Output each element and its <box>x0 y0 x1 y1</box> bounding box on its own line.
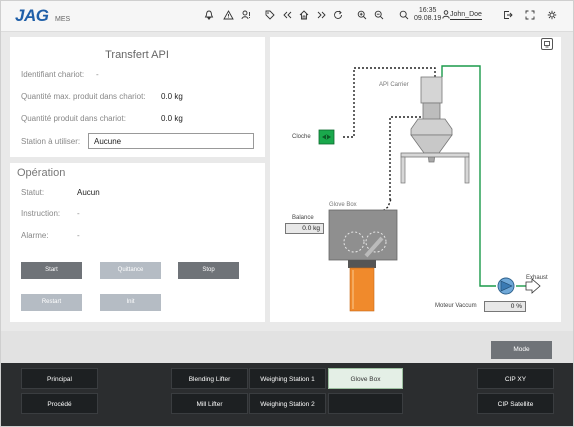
bell-icon[interactable] <box>204 10 214 23</box>
instruction-label: Instruction: <box>21 209 61 218</box>
jag-logo: JAG <box>15 6 49 25</box>
quittance-button[interactable]: Quittance <box>100 262 161 279</box>
exhaust-label: Exhaust <box>526 275 548 281</box>
vacuum-motor-value: 0 % <box>484 301 526 312</box>
search-icon[interactable] <box>399 10 409 23</box>
tag-icon[interactable] <box>265 10 275 23</box>
nav-mill-lifter[interactable]: Mill Lifter <box>171 393 248 414</box>
restart-button[interactable]: Restart <box>21 294 82 311</box>
nav-procede[interactable]: Procédé <box>21 393 98 414</box>
nav-weighing-station-1[interactable]: Weighing Station 1 <box>249 368 326 389</box>
zoom-in-icon[interactable] <box>357 10 367 23</box>
user-icon[interactable] <box>442 10 450 22</box>
transfer-api-panel: Transfert API Identifiant chariot: - Qua… <box>10 37 265 157</box>
vacuum-motor-label: Moteur Vaccum <box>435 303 477 309</box>
pin-icon[interactable] <box>541 38 553 50</box>
start-button[interactable]: Start <box>21 262 82 279</box>
init-button[interactable]: Init <box>100 294 161 311</box>
alarm-value: - <box>77 231 80 240</box>
api-carrier-leg-right <box>464 156 470 184</box>
fullscreen-icon[interactable] <box>525 10 535 23</box>
clock-date: 09.08.19 <box>414 15 442 22</box>
qty-value: 0.0 kg <box>161 114 183 123</box>
balance-value: 0.0 kg <box>285 223 324 234</box>
alarm-user-icon[interactable] <box>241 10 252 23</box>
forward-icon[interactable] <box>316 10 327 23</box>
logout-icon[interactable] <box>503 10 513 23</box>
exhaust-arrow <box>525 278 541 294</box>
nav-glove-box[interactable]: Glove Box <box>328 368 403 389</box>
nav-weighing-station-2[interactable]: Weighing Station 2 <box>249 393 326 414</box>
glove-box-body <box>328 209 398 261</box>
balance-label: Balance <box>292 215 314 221</box>
nav-blending-lifter[interactable]: Blending Lifter <box>171 368 248 389</box>
username[interactable]: John_Doe <box>450 11 482 20</box>
app-window: JAG MES 16:35 09.08.19 John_Doe Transfer… <box>0 0 574 427</box>
api-carrier-top <box>420 76 443 104</box>
max-qty-value: 0.0 kg <box>161 92 183 101</box>
api-carrier-leg-left <box>400 156 406 184</box>
cloche-valve <box>318 129 335 145</box>
mode-bar <box>1 331 573 363</box>
top-toolbar: JAG MES 16:35 09.08.19 John_Doe <box>1 1 573 32</box>
zoom-out-icon[interactable] <box>374 10 384 23</box>
operation-title: Opération <box>17 167 66 179</box>
cart-id-label: Identifiant chariot: <box>21 70 85 79</box>
logo-subtitle: MES <box>55 16 71 23</box>
orange-tube-cap <box>348 260 376 268</box>
glove-box-label: Glove Box <box>329 202 357 208</box>
alarm-label: Alarme: <box>21 231 49 240</box>
max-qty-label: Quantité max. produit dans chariot: <box>21 92 146 101</box>
settings-icon[interactable] <box>547 10 558 23</box>
alarm-warning-icon[interactable] <box>223 10 234 23</box>
instruction-value: - <box>77 209 80 218</box>
station-input[interactable]: Aucune <box>88 133 254 149</box>
nav-cip-satellite[interactable]: CIP Satellite <box>477 393 554 414</box>
status-value: Aucun <box>77 188 100 197</box>
api-carrier-frame <box>400 152 470 158</box>
api-carrier-label: API Carrier <box>379 82 409 88</box>
api-carrier-hopper <box>410 118 453 136</box>
bottom-navigation: Principal Procédé Blending Lifter Mill L… <box>1 363 573 426</box>
operation-panel: Opération Statut: Aucun Instruction: - A… <box>10 163 265 322</box>
process-diagram <box>318 65 541 312</box>
mode-button[interactable]: Mode <box>491 341 552 359</box>
qty-label: Quantité produit dans chariot: <box>21 114 126 123</box>
cart-id-value: - <box>96 70 99 79</box>
refresh-icon[interactable] <box>333 10 343 23</box>
cloche-label: Cloche <box>292 134 311 140</box>
station-label: Station à utiliser: <box>21 137 81 146</box>
nav-empty-slot <box>328 393 403 414</box>
nav-cip-xy[interactable]: CIP XY <box>477 368 554 389</box>
stop-button[interactable]: Stop <box>178 262 239 279</box>
clock-time: 16:35 <box>418 7 437 14</box>
clock: 16:35 09.08.19 <box>414 7 441 23</box>
api-carrier-cone <box>410 134 453 154</box>
rewind-icon[interactable] <box>282 10 293 23</box>
nav-principal[interactable]: Principal <box>21 368 98 389</box>
transfer-title: Transfert API <box>105 49 169 61</box>
process-diagram-panel: API Carrier Cloche Glove Box Balance 0.0… <box>270 37 561 322</box>
status-label: Statut: <box>21 188 45 197</box>
home-icon[interactable] <box>299 10 309 23</box>
